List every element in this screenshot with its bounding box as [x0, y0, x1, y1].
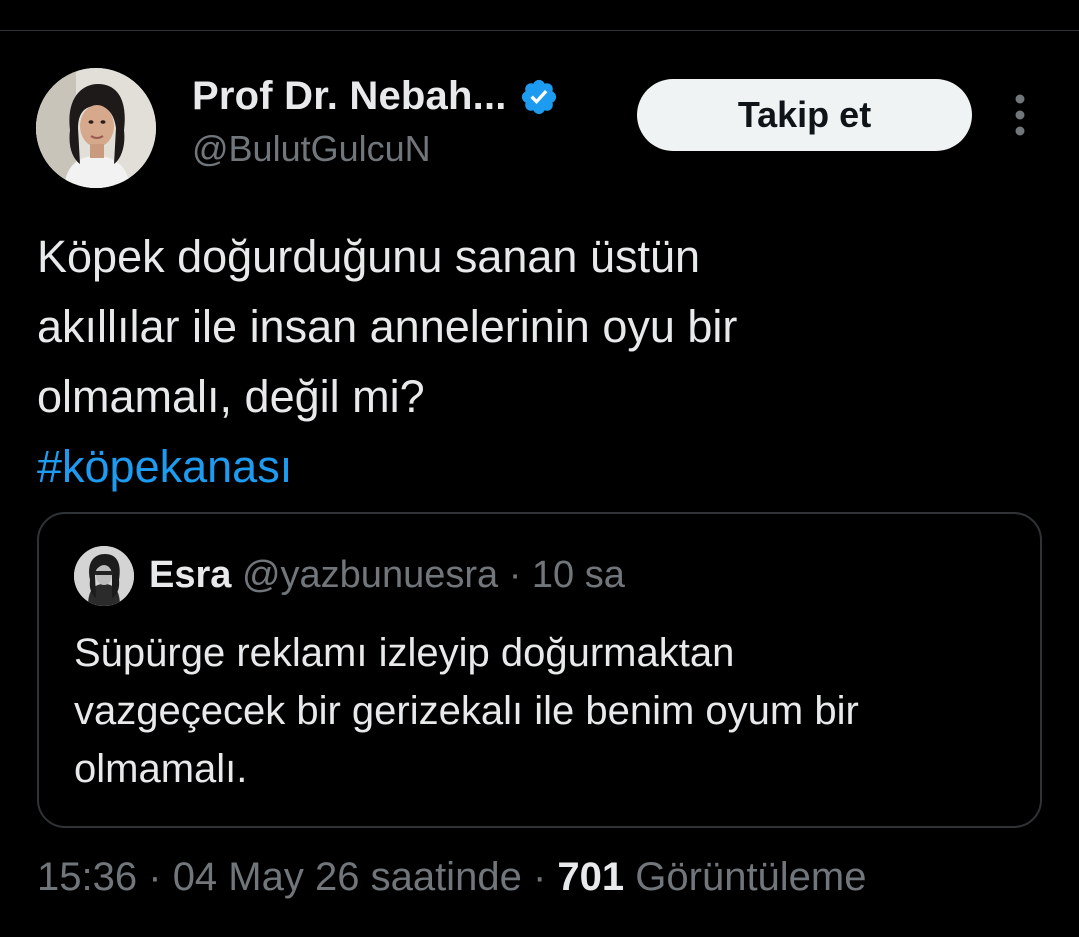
views-label[interactable]: Görüntüleme [635, 855, 866, 899]
quote-text: Süpürge reklamı izleyip doğurmaktan vazg… [74, 624, 1024, 798]
tweet-text-line: olmamalı, değil mi? [37, 371, 425, 422]
verified-badge-icon[interactable] [519, 77, 559, 117]
quote-text-line: Süpürge reklamı izleyip doğurmaktan [74, 631, 735, 675]
meta-separator: · [148, 855, 162, 899]
author-name-row: Prof Dr. Nebah... [192, 74, 559, 119]
quote-text-line: olmamalı. [74, 747, 248, 791]
meta-separator: · [532, 855, 547, 899]
quote-separator: · [508, 554, 522, 596]
tweet-text-line: Köpek doğurduğunu sanan üstün [37, 231, 701, 282]
quote-header: Esra @yazbunuesra · 10 sa [149, 554, 625, 597]
quote-timestamp[interactable]: 10 sa [532, 554, 625, 596]
quote-author-name[interactable]: Esra [149, 554, 231, 596]
author-display-name[interactable]: Prof Dr. Nebah... [192, 74, 507, 119]
quote-author-avatar-image [74, 546, 134, 606]
more-vertical-icon[interactable] [1006, 93, 1034, 137]
views-count[interactable]: 701 [557, 855, 624, 899]
tweet-date[interactable]: 04 May 26 saatinde [173, 855, 522, 899]
author-avatar-image [36, 68, 156, 188]
quote-author-handle[interactable]: @yazbunuesra [242, 554, 498, 596]
tweet-text-line: akıllılar ile insan annelerinin oyu bir [37, 301, 738, 352]
top-divider [0, 30, 1079, 31]
tweet-meta-row: 15:36 · 04 May 26 saatinde · 701 Görüntü… [37, 855, 867, 900]
quote-author-avatar[interactable] [74, 546, 134, 606]
tweet-time[interactable]: 15:36 [37, 855, 137, 899]
quote-text-line: vazgeçecek bir gerizekalı ile benim oyum… [74, 689, 859, 733]
hashtag-link[interactable]: #köpekanası [37, 432, 1047, 502]
author-handle[interactable]: @BulutGulcuN [192, 128, 431, 170]
follow-button[interactable]: Takip et [637, 79, 972, 151]
tweet-text: Köpek doğurduğunu sanan üstün akıllılar … [37, 222, 1047, 502]
author-avatar[interactable] [36, 68, 156, 188]
quote-tweet-card[interactable]: Esra @yazbunuesra · 10 sa Süpürge reklam… [37, 512, 1042, 828]
